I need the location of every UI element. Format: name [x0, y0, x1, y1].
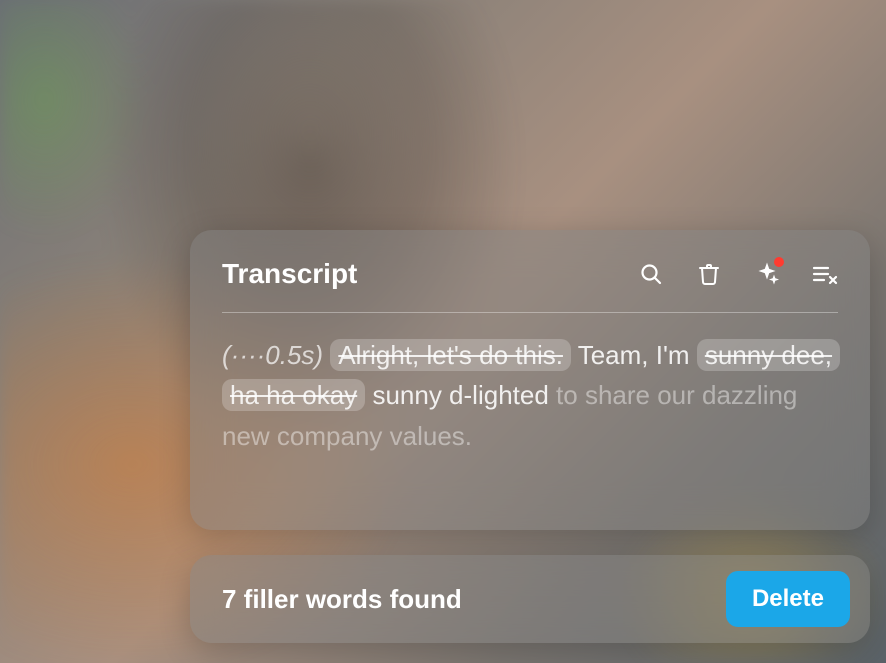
transcript-text: Team, I'm: [578, 340, 690, 370]
transcript-body[interactable]: (····0.5s) Alright, let's do this. Team,…: [222, 335, 838, 456]
pause-marker: (····0.5s): [222, 340, 323, 370]
delete-button[interactable]: Delete: [726, 571, 850, 627]
transcript-toolbar: [638, 261, 838, 287]
sparkle-icon[interactable]: [754, 261, 780, 287]
clear-list-icon[interactable]: [812, 261, 838, 287]
trash-icon[interactable]: [696, 261, 722, 287]
removed-segment[interactable]: Alright, let's do this.: [330, 339, 571, 371]
transcript-title: Transcript: [222, 258, 357, 290]
transcript-text: sunny d-lighted: [372, 380, 548, 410]
search-icon[interactable]: [638, 261, 664, 287]
transcript-panel: Transcript: [190, 230, 870, 530]
notification-badge: [774, 257, 784, 267]
filler-words-panel: 7 filler words found Delete: [190, 555, 870, 643]
transcript-header: Transcript: [222, 258, 838, 313]
filler-words-message: 7 filler words found: [222, 584, 462, 615]
